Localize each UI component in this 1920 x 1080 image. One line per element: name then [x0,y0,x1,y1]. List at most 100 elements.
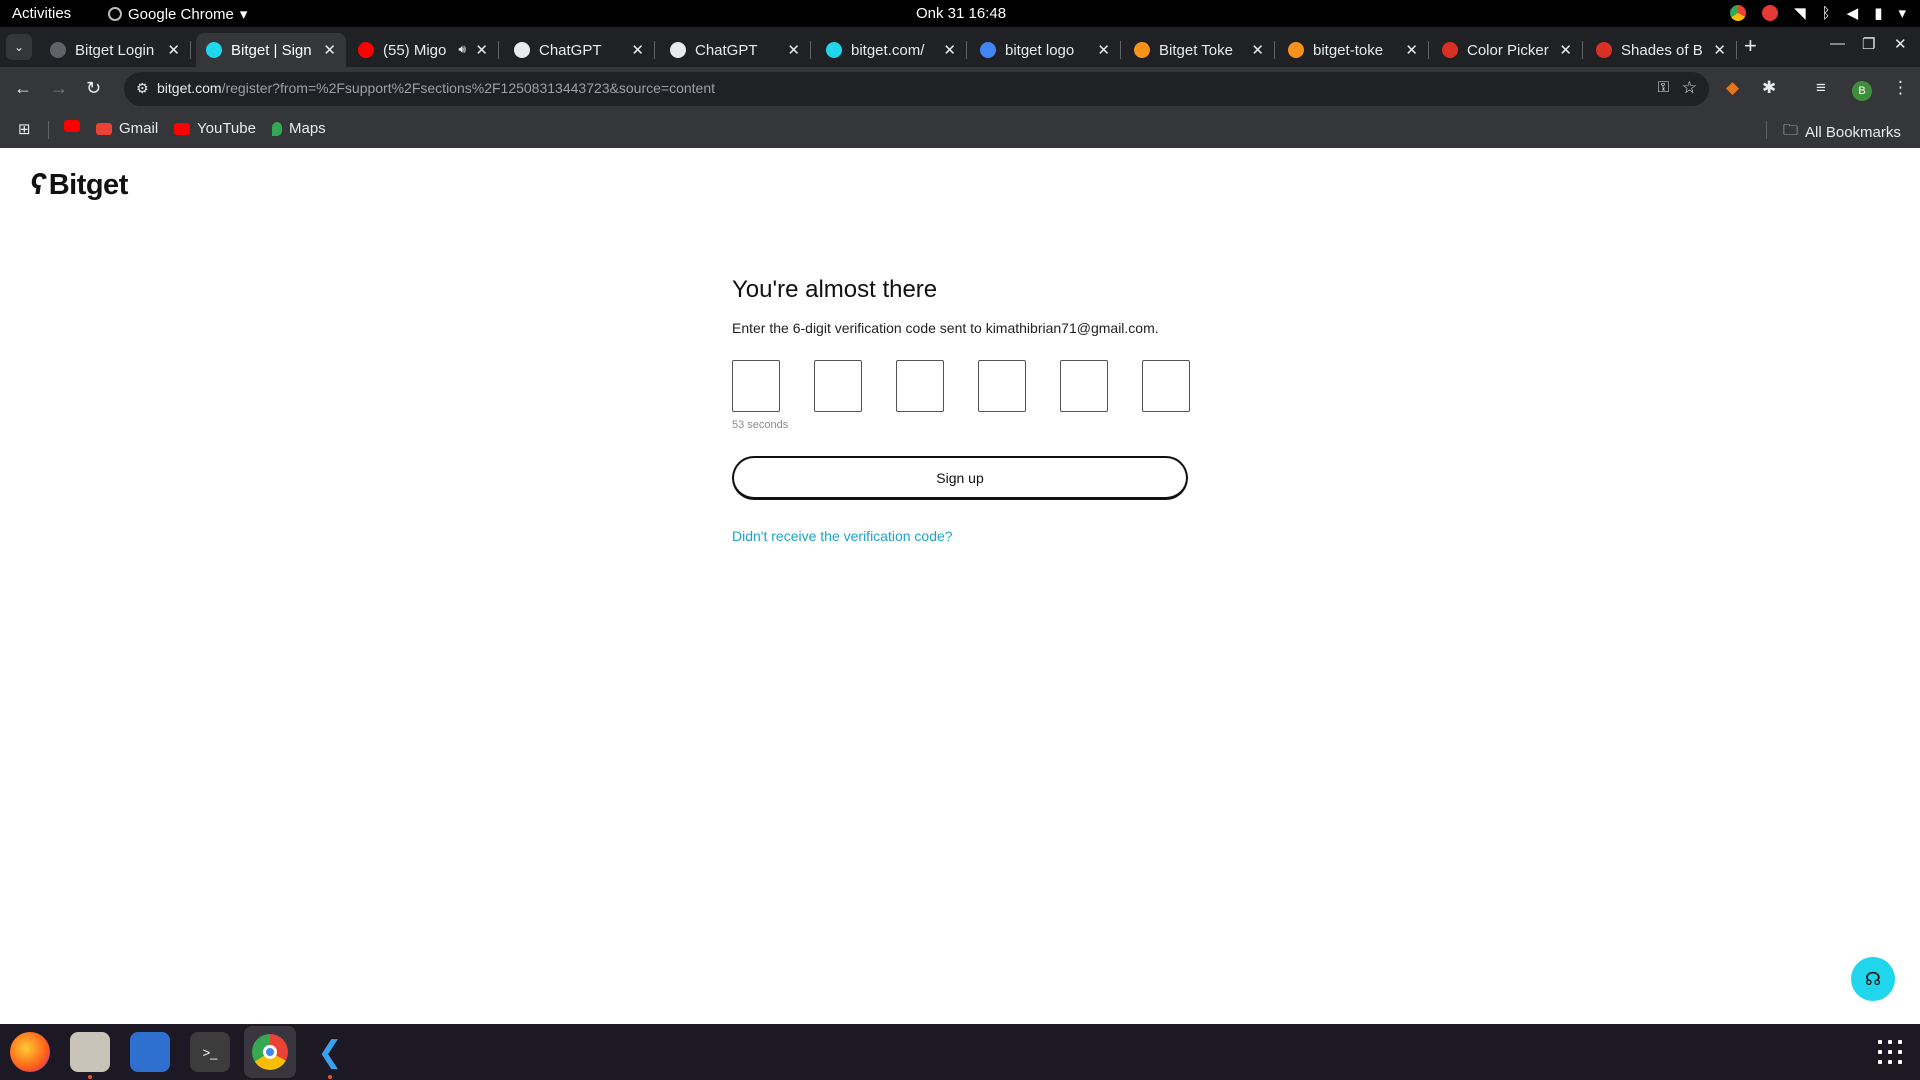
chatgpt-icon [670,42,686,58]
shades-icon [1596,42,1612,58]
chevron-down-icon: ▾ [239,6,248,23]
tab-close-icon[interactable]: ✕ [475,41,488,59]
bookmarks-divider [48,121,49,139]
tab-search-button[interactable]: ⌄ [6,34,32,60]
browser-tab[interactable]: bitget.com/ ✕ [816,33,967,67]
tab-close-icon[interactable]: ✕ [787,41,800,59]
tab-close-icon[interactable]: ✕ [631,41,644,59]
tab-separator [1428,41,1429,59]
bookmark-gmail[interactable]: Gmail [96,120,158,137]
files-icon[interactable] [70,1032,110,1079]
firefox-icon[interactable] [10,1032,50,1072]
minimize-icon[interactable]: — [1830,35,1845,52]
tab-separator [190,41,191,59]
browser-tab[interactable]: bitget-toke ✕ [1278,33,1429,67]
browser-tab[interactable]: Color Picker ✕ [1432,33,1583,67]
tab-close-icon[interactable]: ✕ [1405,41,1418,59]
taskbar: >_ ❮ [0,1024,1920,1080]
back-arrow-icon[interactable]: ← [14,78,32,99]
tab-close-icon[interactable]: ✕ [943,41,956,59]
clock[interactable]: Onk 31 16:48 [916,5,1006,22]
volume-icon[interactable]: ◀ [1847,4,1859,22]
chrome-tray-icon[interactable] [1730,5,1747,21]
extensions-puzzle-icon[interactable]: ✱ [1762,78,1776,98]
chrome-menu-icon[interactable]: ⋮ [1892,78,1909,98]
show-apps-grid-icon[interactable] [1878,1040,1902,1064]
bookmark-maps[interactable]: Maps [272,120,326,137]
password-key-icon[interactable]: ⚿ [1658,79,1669,96]
browser-tab[interactable]: ChatGPT ✕ [504,33,655,67]
browser-tab[interactable]: Shades of B ✕ [1586,33,1737,67]
reload-icon[interactable]: ↻ [86,78,101,99]
address-bar[interactable]: ⚙ bitget.com/register?from=%2Fsupport%2F… [124,72,1709,106]
browser-tab[interactable]: ChatGPT ✕ [660,33,811,67]
url-text[interactable]: bitget.com/register?from=%2Fsupport%2Fse… [157,80,715,96]
tab-title: Shades of B [1621,41,1703,59]
text-editor-icon[interactable] [130,1032,170,1072]
browser-tab[interactable]: Bitget Toke ✕ [1124,33,1275,67]
tab-title: bitget logo [1005,41,1075,59]
browser-tab[interactable]: bitget logo ✕ [970,33,1121,67]
new-tab-button[interactable]: + [1744,33,1757,59]
metamask-extension-icon[interactable]: ◆ [1726,78,1739,98]
vscode-icon[interactable]: ❮ [310,1032,350,1079]
code-digit-input-4[interactable] [978,360,1026,412]
code-digit-input-3[interactable] [896,360,944,412]
tab-close-icon[interactable]: ✕ [1097,41,1110,59]
tab-separator [654,41,655,59]
tab-close-icon[interactable]: ✕ [1713,41,1726,59]
tab-audio-icon[interactable]: 🔊︎ [458,42,466,57]
browser-tab[interactable]: Bitget Login ✕ [40,33,191,67]
code-digit-input-6[interactable] [1142,360,1190,412]
web-page: ʕ Bitget You're almost there Enter the 6… [0,148,1920,1024]
signup-button[interactable]: Sign up [732,456,1188,500]
tab-strip: ⌄ Bitget Login ✕ Bitget | Sign ✕ (55) Migo 🔊︎… [0,27,1920,67]
tab-close-icon[interactable]: ✕ [323,41,336,59]
system-tray[interactable]: ◥ ᛒ ◀ ▮ ▾ [1730,4,1906,22]
verification-form: You're almost there Enter the 6-digit ve… [732,276,1190,544]
tab-close-icon[interactable]: ✕ [167,41,180,59]
forward-arrow-icon[interactable]: → [50,78,68,99]
code-digit-input-5[interactable] [1060,360,1108,412]
activities-button[interactable]: Activities [12,5,71,22]
restore-icon[interactable]: ❐ [1862,35,1875,53]
battery-icon[interactable]: ▮ [1874,4,1882,22]
bitget-logo[interactable]: ʕ Bitget [28,168,129,202]
gmail-icon [96,122,112,135]
media-controls-icon[interactable]: ≡ [1816,78,1826,98]
chrome-dock-icon[interactable] [244,1026,296,1078]
browser-tab[interactable]: (55) Migo 🔊︎ ✕ [348,33,499,67]
bookmark-youtube[interactable]: YouTube [174,120,256,137]
bluetooth-icon[interactable]: ᛒ [1822,5,1831,22]
bookmark-youtube-shortcut[interactable] [64,120,80,132]
bookmark-star-icon[interactable]: ☆ [1682,78,1697,98]
support-chat-button[interactable]: ☊ [1851,957,1895,1001]
all-bookmarks-label: All Bookmarks [1805,124,1901,141]
system-menu-chevron-icon[interactable]: ▾ [1898,4,1906,22]
bookmark-label: YouTube [197,120,256,137]
browser-tab[interactable]: Bitget | Sign ✕ [196,33,346,67]
youtube-icon [174,122,190,135]
tab-close-icon[interactable]: ✕ [1559,41,1572,59]
system-top-bar: Activities Google Chrome ▾ Onk 31 16:48 … [0,0,1920,27]
code-digit-input-1[interactable] [732,360,780,412]
profile-avatar[interactable]: B [1852,81,1872,101]
do-not-disturb-icon[interactable] [1762,5,1779,21]
tab-close-icon[interactable]: ✕ [1251,41,1264,59]
apps-grid-icon[interactable]: ⊞ [18,120,31,138]
coin-icon [1288,42,1304,58]
all-bookmarks-button[interactable]: 🗀 All Bookmarks [1783,120,1901,145]
youtube-icon [358,42,374,58]
chrome-logo-icon [252,1034,288,1070]
close-window-icon[interactable]: ✕ [1894,35,1907,53]
bitget-icon [206,42,222,58]
resend-code-link[interactable]: Didn't receive the verification code? [732,528,1188,544]
site-info-icon[interactable]: ⚙ [136,80,154,98]
verification-instructions: Enter the 6-digit verification code sent… [732,320,1159,336]
wifi-icon[interactable]: ◥ [1794,4,1806,22]
terminal-icon[interactable]: >_ [190,1032,230,1072]
youtube-icon [64,120,80,132]
tab-separator [498,41,499,59]
app-menu[interactable]: Google Chrome ▾ [108,5,247,23]
code-digit-input-2[interactable] [814,360,862,412]
